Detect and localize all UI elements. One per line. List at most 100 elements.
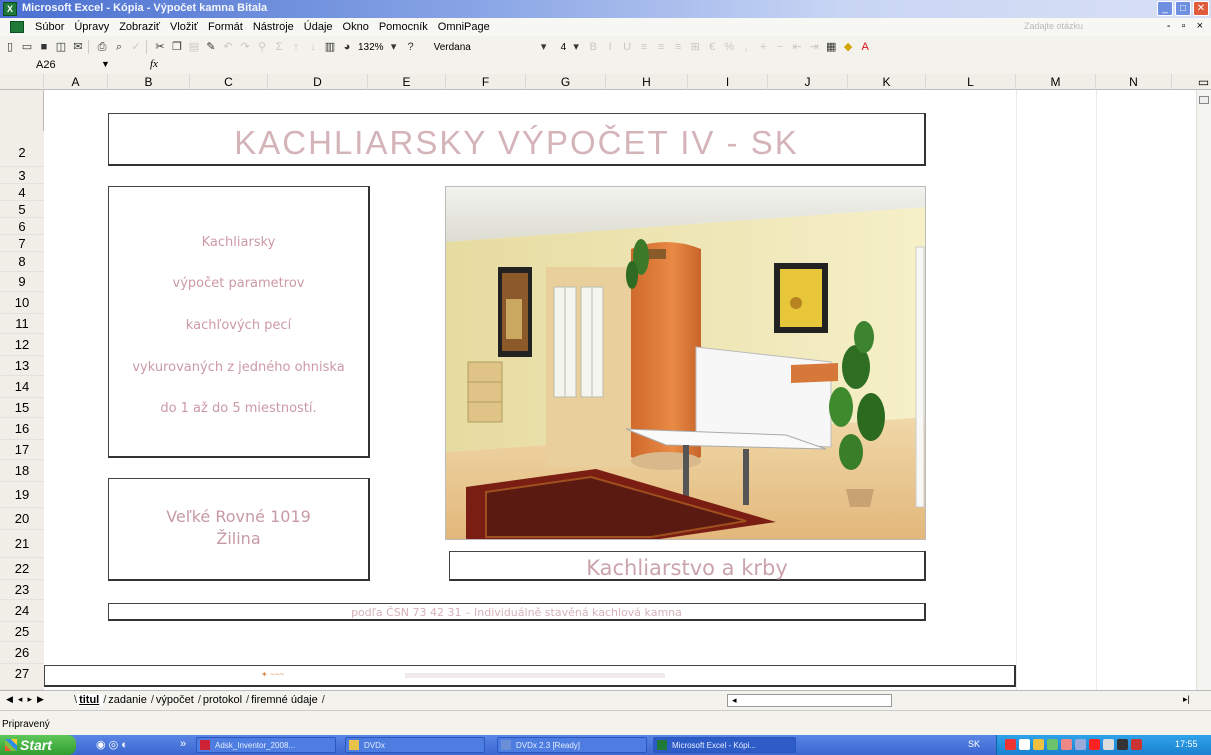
tab-vypocet[interactable]: výpočet (154, 694, 198, 706)
hyperlink-icon[interactable]: ⚲ (255, 40, 269, 54)
row-header[interactable]: 7 (0, 235, 44, 252)
heading-box[interactable]: KACHLIARSKY VÝPOČET IV - SK (108, 113, 926, 166)
row-header[interactable]: 16 (0, 418, 44, 440)
close-button[interactable]: ✕ (1193, 1, 1209, 16)
task-dvdx-app[interactable]: DVDx 2.3 [Ready] (497, 737, 647, 753)
column-header[interactable]: C (190, 74, 268, 90)
row-header[interactable]: 9 (0, 272, 44, 292)
language-indicator[interactable]: SK (968, 739, 980, 749)
row-header[interactable]: 15 (0, 398, 44, 418)
column-header[interactable]: L (926, 74, 1016, 90)
row-header[interactable]: 27 (0, 664, 44, 690)
tray-icon[interactable] (1131, 739, 1142, 750)
clock[interactable]: 17:55 (1175, 739, 1198, 749)
menu-item-help[interactable]: Pomocník (374, 21, 433, 33)
open-icon[interactable]: ▭ (20, 40, 34, 54)
new-icon[interactable]: ▯ (3, 40, 17, 54)
name-box[interactable]: A26 (36, 59, 56, 71)
row-header[interactable]: 12 (0, 334, 44, 356)
workbook-icon[interactable] (10, 21, 24, 33)
row-header[interactable]: 17 (0, 440, 44, 460)
help-icon[interactable]: ? (404, 40, 418, 54)
spelling-icon[interactable]: ✓ (129, 40, 143, 54)
underline-icon[interactable]: U (620, 40, 634, 54)
column-header[interactable]: D (268, 74, 368, 90)
cut-icon[interactable]: ✂ (153, 40, 167, 54)
scroll-left-icon[interactable]: ◂ (732, 695, 737, 706)
tray-icon[interactable] (1019, 739, 1030, 750)
paste-icon[interactable]: ▤ (187, 40, 201, 54)
row-header[interactable]: 6 (0, 218, 44, 235)
excel-app-icon[interactable]: X (3, 2, 17, 16)
sort-descending-icon[interactable]: ↓ (306, 40, 320, 54)
volume-icon[interactable] (1117, 739, 1128, 750)
task-dvdx-folder[interactable]: DVDx (345, 737, 485, 753)
decrease-decimal-icon[interactable]: − (773, 40, 787, 54)
format-painter-icon[interactable]: ✎ (204, 40, 218, 54)
company-box[interactable]: Kachliarstvo a krby (449, 551, 926, 581)
tab-zadanie[interactable]: zadanie (106, 694, 151, 706)
font-color-icon[interactable]: A (858, 40, 872, 54)
tab-titul[interactable]: titul (77, 694, 104, 706)
column-header[interactable]: F (446, 74, 526, 90)
permission-icon[interactable]: ◫ (54, 40, 68, 54)
tray-icon[interactable] (1089, 739, 1100, 750)
font-dropdown-icon[interactable]: ▾ (537, 40, 551, 54)
row-header[interactable]: 14 (0, 376, 44, 398)
tab-protokol[interactable]: protokol (201, 694, 246, 706)
row-header[interactable]: 2 (0, 131, 44, 167)
borders-icon[interactable]: ▦ (824, 40, 838, 54)
column-header[interactable]: K (848, 74, 926, 90)
tray-icon[interactable] (1033, 739, 1044, 750)
sheet-navigation-icons[interactable]: ◀◂▸▶ (6, 694, 49, 705)
row-header[interactable]: 19 (0, 482, 44, 508)
font-name-select[interactable]: Verdana (434, 42, 534, 53)
row-header[interactable]: 18 (0, 460, 44, 482)
redo-icon[interactable]: ↷ (238, 40, 252, 54)
zoom-dropdown-icon[interactable]: ▾ (387, 40, 401, 54)
print-preview-icon[interactable]: ⌕ (112, 40, 126, 54)
vertical-scrollbar[interactable] (1196, 90, 1211, 690)
align-center-icon[interactable]: ≡ (654, 40, 668, 54)
maximize-button[interactable]: □ (1175, 1, 1191, 16)
decrease-indent-icon[interactable]: ⇤ (790, 40, 804, 54)
tray-icon[interactable] (1005, 739, 1016, 750)
menu-item-window[interactable]: Okno (338, 21, 374, 33)
row-header[interactable]: 4 (0, 184, 44, 201)
stove-room-photo[interactable] (445, 186, 926, 540)
column-header[interactable]: I (688, 74, 768, 90)
horizontal-scrollbar[interactable]: ◂ (727, 694, 892, 707)
norm-box[interactable]: podľa ČSN 73 42 31 – Individuálně stavěn… (108, 603, 926, 621)
bold-icon[interactable]: B (586, 40, 600, 54)
menu-item-format[interactable]: Formát (203, 21, 248, 33)
workbook-window-controls[interactable]: - ▫ × (1167, 20, 1207, 32)
row-header[interactable]: 25 (0, 622, 44, 642)
insert-function-icon[interactable]: fx (150, 58, 158, 70)
autosum-icon[interactable]: Σ (272, 40, 286, 54)
menu-item-omnipage[interactable]: OmniPage (433, 21, 495, 33)
scrollbar-thumb[interactable] (1199, 96, 1209, 104)
column-header[interactable]: J (768, 74, 848, 90)
column-header[interactable]: M (1016, 74, 1096, 90)
email-icon[interactable]: ✉ (71, 40, 85, 54)
tray-icon[interactable] (1103, 739, 1114, 750)
start-button[interactable]: Start (0, 735, 76, 755)
footer-box[interactable]: ✦ ~~~ (44, 665, 1016, 687)
font-size-select[interactable]: 4 (561, 42, 567, 53)
row-header[interactable]: 13 (0, 356, 44, 376)
menu-item-insert[interactable]: Vložiť (165, 21, 203, 33)
quick-launch-icons[interactable]: ◉ ◎ ◐ (96, 738, 128, 751)
ask-question-input[interactable]: Zadajte otázku (1024, 21, 1083, 31)
menu-item-data[interactable]: Údaje (299, 21, 338, 33)
menu-item-edit[interactable]: Úpravy (69, 21, 114, 33)
percent-icon[interactable]: % (722, 40, 736, 54)
increase-indent-icon[interactable]: ⇥ (807, 40, 821, 54)
tray-icon[interactable] (1075, 739, 1086, 750)
row-header[interactable]: 8 (0, 252, 44, 272)
increase-decimal-icon[interactable]: + (756, 40, 770, 54)
menu-item-file[interactable]: Súbor (30, 21, 69, 33)
task-excel[interactable]: Microsoft Excel - Kópi... (653, 737, 796, 753)
name-box-dropdown-icon[interactable]: ▼ (101, 59, 110, 69)
task-inventor[interactable]: Adsk_Inventor_2008... (196, 737, 336, 753)
minimize-button[interactable]: _ (1157, 1, 1173, 16)
